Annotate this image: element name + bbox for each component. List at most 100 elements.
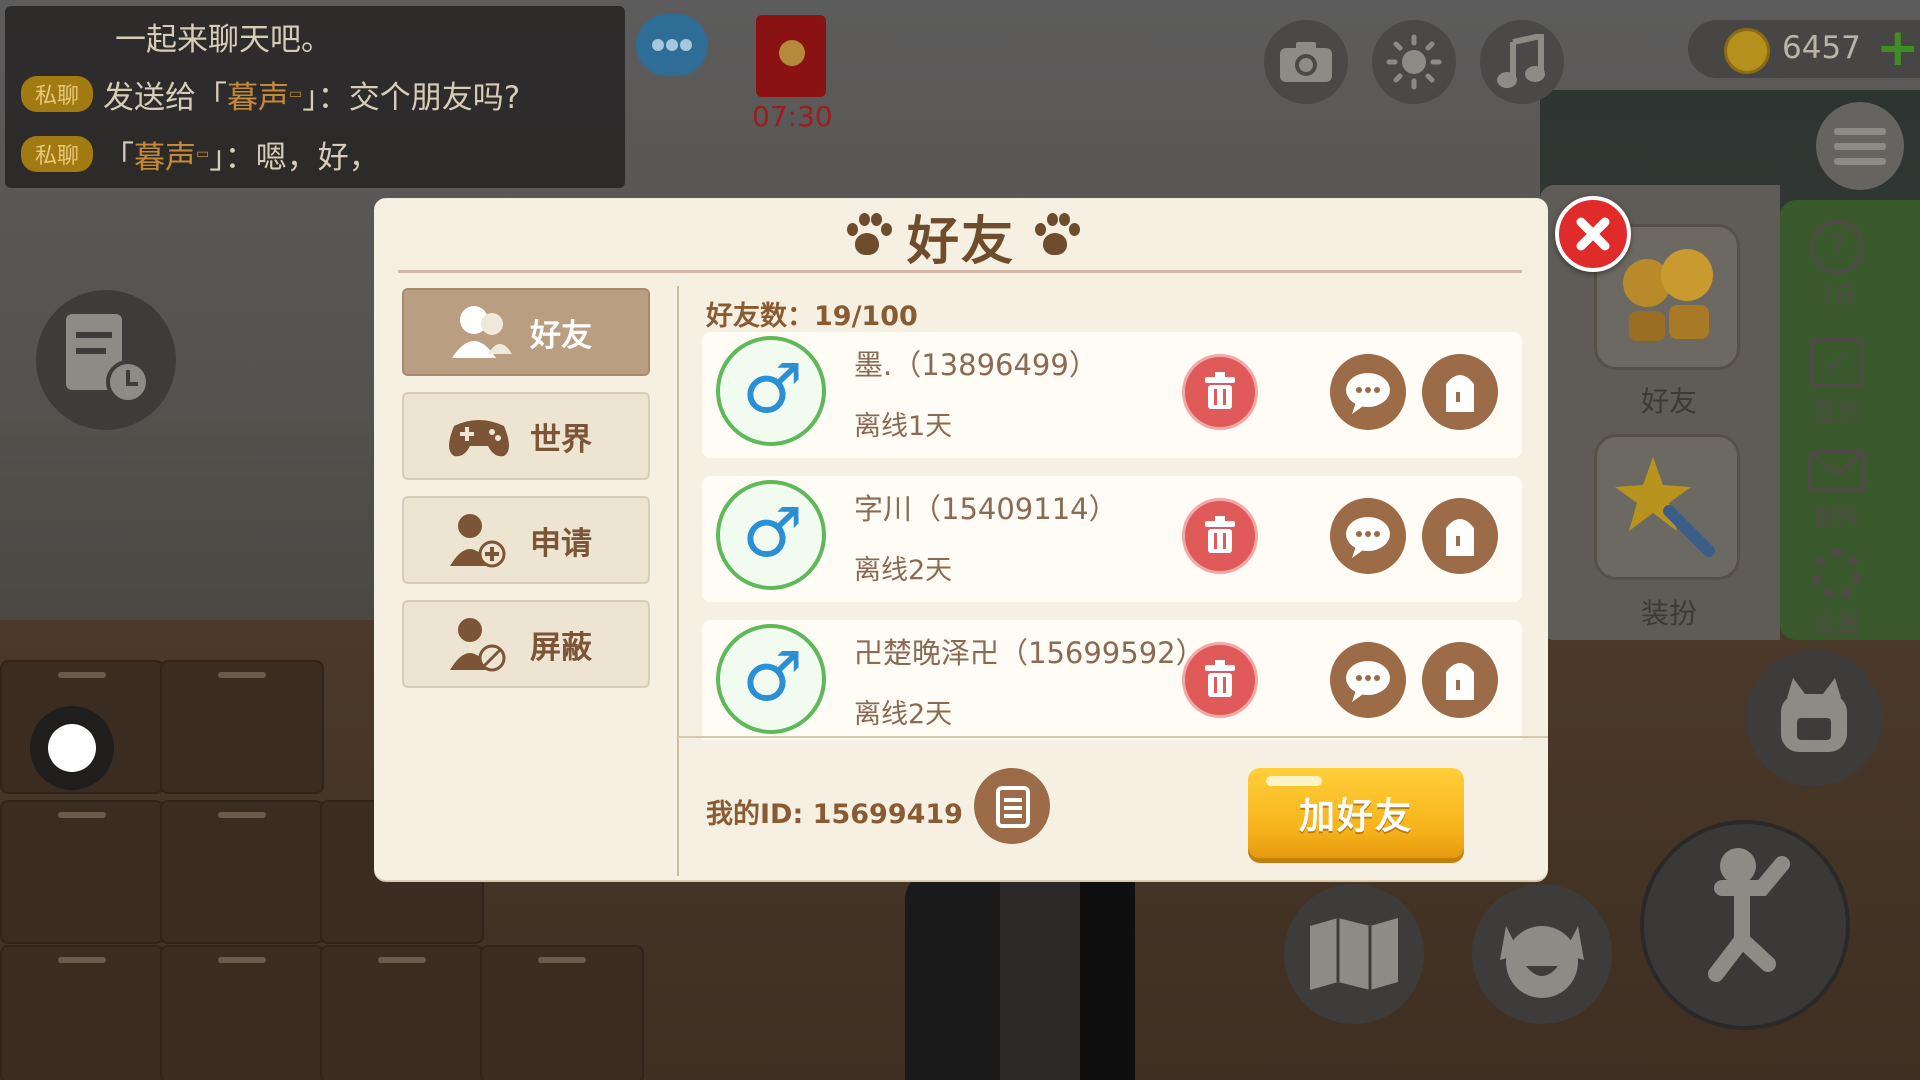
block-user-icon bbox=[444, 614, 514, 674]
chat-text: 一起来聊天吧。 bbox=[115, 21, 332, 58]
brightness-button[interactable] bbox=[1372, 20, 1456, 104]
dialog-header: 好友 bbox=[374, 208, 1548, 272]
my-id: 我的ID: 15699419 bbox=[706, 792, 963, 831]
music-note-icon bbox=[1497, 34, 1545, 88]
avatar[interactable]: ♂ bbox=[716, 624, 826, 734]
visit-home-button[interactable] bbox=[1422, 498, 1498, 574]
gamepad-icon bbox=[444, 406, 514, 466]
friends-dialog: 好友 好友 世界 申请 屏蔽 好友数：19/100 ♂ 墨.（13896499）… bbox=[374, 198, 1548, 880]
tab-friends[interactable]: 好友 bbox=[402, 288, 650, 376]
chat-line: 一起来聊天吧。 bbox=[115, 16, 332, 58]
friend-count: 好友数：19/100 bbox=[706, 294, 918, 333]
task-button[interactable] bbox=[36, 290, 176, 430]
menu-button[interactable] bbox=[1816, 102, 1904, 190]
gear-icon bbox=[1811, 548, 1863, 600]
delete-friend-button[interactable] bbox=[1182, 498, 1258, 574]
menu-icon bbox=[1834, 128, 1886, 165]
sun-icon bbox=[1386, 34, 1442, 90]
tab-label: 屏蔽 bbox=[530, 629, 592, 666]
sign-in-label: 签到 bbox=[1813, 398, 1861, 426]
joystick-knob[interactable] bbox=[48, 724, 96, 772]
map-button[interactable] bbox=[1284, 884, 1424, 1024]
mail-icon bbox=[1808, 450, 1866, 492]
trash-icon bbox=[1205, 516, 1235, 553]
camera-icon bbox=[1280, 42, 1332, 82]
male-icon: ♂ bbox=[742, 638, 803, 717]
chat-line: 私聊 「暮声 ▭ 」：嗯，好， bbox=[5, 132, 380, 177]
locker bbox=[0, 800, 164, 944]
chat-bubble-button[interactable] bbox=[636, 14, 708, 76]
music-button[interactable] bbox=[1480, 20, 1564, 104]
help-icon: ? bbox=[1810, 220, 1864, 274]
coin-amount: 6457 bbox=[1782, 30, 1861, 66]
friend-name: 字川（15409114） bbox=[854, 492, 1118, 526]
chat-suffix: 」：嗯，好， bbox=[209, 139, 380, 176]
settings-button[interactable]: 设置 bbox=[1796, 548, 1878, 639]
chat-line: 私聊 发送给「 暮声 ▭ 」：交个朋友吗? bbox=[5, 72, 520, 117]
close-dialog-button[interactable] bbox=[1555, 196, 1631, 272]
message-friend-button[interactable] bbox=[1330, 354, 1406, 430]
map-icon bbox=[1310, 918, 1398, 990]
chat-username[interactable]: 暮声 bbox=[227, 72, 289, 117]
chat-username[interactable]: 暮声 bbox=[134, 132, 196, 177]
chat-prefix: 发送给「 bbox=[103, 79, 228, 116]
locker bbox=[160, 660, 324, 794]
tab-requests[interactable]: 申请 bbox=[402, 496, 650, 584]
add-friend-label: 加好友 bbox=[1298, 796, 1413, 837]
delete-friend-button[interactable] bbox=[1182, 642, 1258, 718]
delete-friend-button[interactable] bbox=[1182, 354, 1258, 430]
avatar[interactable]: ♂ bbox=[716, 480, 826, 590]
camera-button[interactable] bbox=[1264, 20, 1348, 104]
joystick[interactable] bbox=[30, 706, 114, 790]
seven-day-button[interactable]: ? 7日 bbox=[1796, 220, 1878, 311]
tab-world[interactable]: 世界 bbox=[402, 392, 650, 480]
message-friend-button[interactable] bbox=[1330, 642, 1406, 718]
paw-icon bbox=[843, 213, 892, 259]
dress-up-tile-button[interactable] bbox=[1594, 434, 1740, 580]
tab-blocked[interactable]: 屏蔽 bbox=[402, 600, 650, 688]
vertical-divider bbox=[677, 286, 679, 876]
add-user-icon bbox=[444, 510, 514, 570]
visit-home-button[interactable] bbox=[1422, 354, 1498, 430]
copy-icon bbox=[996, 786, 1030, 828]
title-divider bbox=[398, 270, 1522, 273]
friends-list[interactable]: ♂ 墨.（13896499） 离线1天 ♂ 字川（15409114） 离线2天 bbox=[702, 332, 1522, 740]
friends-tab-icon bbox=[444, 302, 514, 362]
trash-icon bbox=[1205, 660, 1235, 697]
backpack-button[interactable] bbox=[1746, 650, 1882, 786]
ellipsis-icon bbox=[652, 39, 692, 51]
chat-panel[interactable]: 一起来聊天吧。 私聊 发送给「 暮声 ▭ 」：交个朋友吗? 私聊 「暮声 ▭ 」：嗯，好， bbox=[5, 6, 625, 188]
locker bbox=[0, 945, 164, 1080]
username-badge-icon: ▭ bbox=[289, 86, 303, 102]
add-coins-button[interactable]: + bbox=[1876, 22, 1920, 74]
coin-icon bbox=[1724, 28, 1770, 74]
settings-label: 设置 bbox=[1813, 610, 1861, 638]
male-icon: ♂ bbox=[742, 350, 803, 429]
dialog-title: 好友 bbox=[906, 211, 1015, 272]
jump-button[interactable] bbox=[1640, 820, 1850, 1030]
friend-name: 卍楚晚泽卍（15699592） bbox=[854, 636, 1205, 670]
seven-day-label: 7日 bbox=[1817, 282, 1857, 310]
add-friend-button[interactable]: 加好友 bbox=[1248, 768, 1464, 858]
tab-label: 世界 bbox=[530, 421, 592, 458]
copy-id-button[interactable] bbox=[974, 768, 1050, 844]
visit-home-button[interactable] bbox=[1422, 642, 1498, 718]
friend-name: 墨.（13896499） bbox=[854, 348, 1098, 382]
my-id-value: 15699419 bbox=[812, 799, 963, 830]
red-packet-button[interactable] bbox=[756, 15, 826, 97]
close-icon bbox=[1576, 217, 1610, 251]
friend-row: ♂ 墨.（13896499） 离线1天 bbox=[702, 332, 1522, 458]
sign-in-button[interactable]: ✓ 签到 bbox=[1796, 338, 1878, 427]
message-friend-button[interactable] bbox=[1330, 498, 1406, 574]
jumping-person-icon bbox=[1708, 848, 1790, 982]
button-shine bbox=[1266, 776, 1322, 786]
friend-count-label: 好友数： bbox=[706, 301, 814, 332]
locker bbox=[480, 945, 644, 1080]
username-badge-icon: ▭ bbox=[196, 146, 210, 162]
door-icon bbox=[1446, 519, 1474, 556]
friend-status: 离线2天 bbox=[854, 699, 953, 730]
mail-button[interactable]: 邮件 bbox=[1796, 450, 1878, 533]
private-tag: 私聊 bbox=[21, 136, 94, 172]
emote-button[interactable] bbox=[1472, 884, 1612, 1024]
avatar[interactable]: ♂ bbox=[716, 336, 826, 446]
